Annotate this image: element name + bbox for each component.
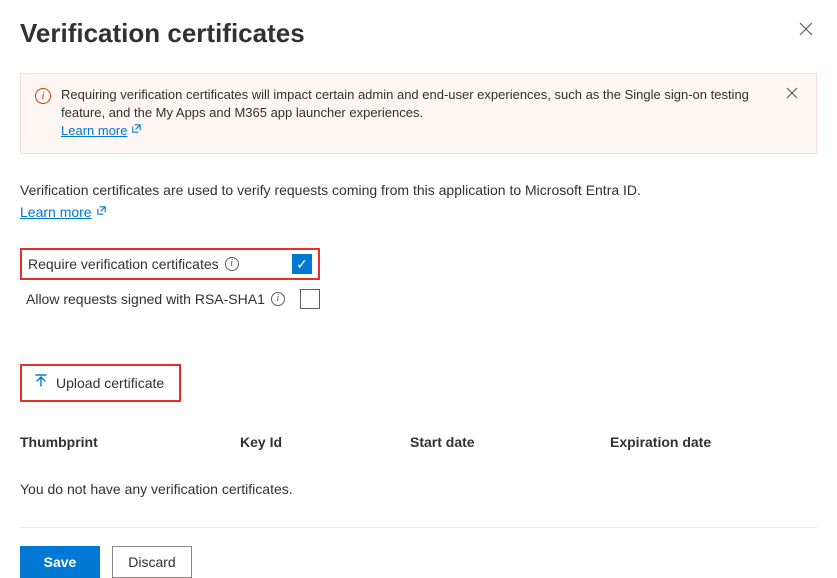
allow-rsa-label: Allow requests signed with RSA-SHA1 bbox=[26, 291, 265, 307]
save-button[interactable]: Save bbox=[20, 546, 100, 578]
checkmark-icon: ✓ bbox=[296, 257, 308, 271]
upload-icon bbox=[34, 374, 48, 392]
close-icon bbox=[799, 22, 813, 36]
notice-banner: i Requiring verification certificates wi… bbox=[20, 73, 817, 154]
notice-learn-more-label: Learn more bbox=[61, 122, 127, 140]
page-title: Verification certificates bbox=[20, 18, 305, 49]
allow-rsa-checkbox[interactable] bbox=[300, 289, 320, 309]
setting-require-certificates: Require verification certificates i ✓ bbox=[20, 248, 320, 280]
column-expiration-date: Expiration date bbox=[610, 434, 817, 450]
external-link-icon bbox=[96, 205, 107, 219]
column-start-date: Start date bbox=[410, 434, 610, 450]
upload-certificate-button[interactable]: Upload certificate bbox=[28, 370, 173, 396]
info-warning-icon: i bbox=[35, 88, 51, 104]
close-icon bbox=[786, 87, 798, 99]
require-certificates-checkbox[interactable]: ✓ bbox=[292, 254, 312, 274]
close-panel-button[interactable] bbox=[795, 18, 817, 45]
notice-text: Requiring verification certificates will… bbox=[61, 87, 749, 120]
empty-certificates-message: You do not have any verification certifi… bbox=[20, 459, 817, 513]
require-certificates-label: Require verification certificates bbox=[28, 256, 219, 272]
setting-allow-rsa-sha1: Allow requests signed with RSA-SHA1 i bbox=[20, 284, 320, 314]
external-link-icon bbox=[131, 123, 142, 139]
column-thumbprint: Thumbprint bbox=[20, 434, 240, 450]
intro-learn-more-label: Learn more bbox=[20, 204, 92, 220]
info-icon[interactable]: i bbox=[225, 257, 239, 271]
info-icon[interactable]: i bbox=[271, 292, 285, 306]
column-key-id: Key Id bbox=[240, 434, 410, 450]
divider bbox=[20, 527, 817, 528]
footer-actions: Save Discard bbox=[20, 546, 817, 578]
notice-learn-more-link[interactable]: Learn more bbox=[61, 122, 142, 140]
intro-learn-more-link[interactable]: Learn more bbox=[20, 204, 107, 220]
certificates-table-header: Thumbprint Key Id Start date Expiration … bbox=[20, 426, 817, 459]
upload-certificate-label: Upload certificate bbox=[56, 375, 164, 391]
discard-button[interactable]: Discard bbox=[112, 546, 192, 578]
intro-text: Verification certificates are used to ve… bbox=[20, 182, 817, 198]
notice-dismiss-button[interactable] bbox=[782, 86, 802, 102]
